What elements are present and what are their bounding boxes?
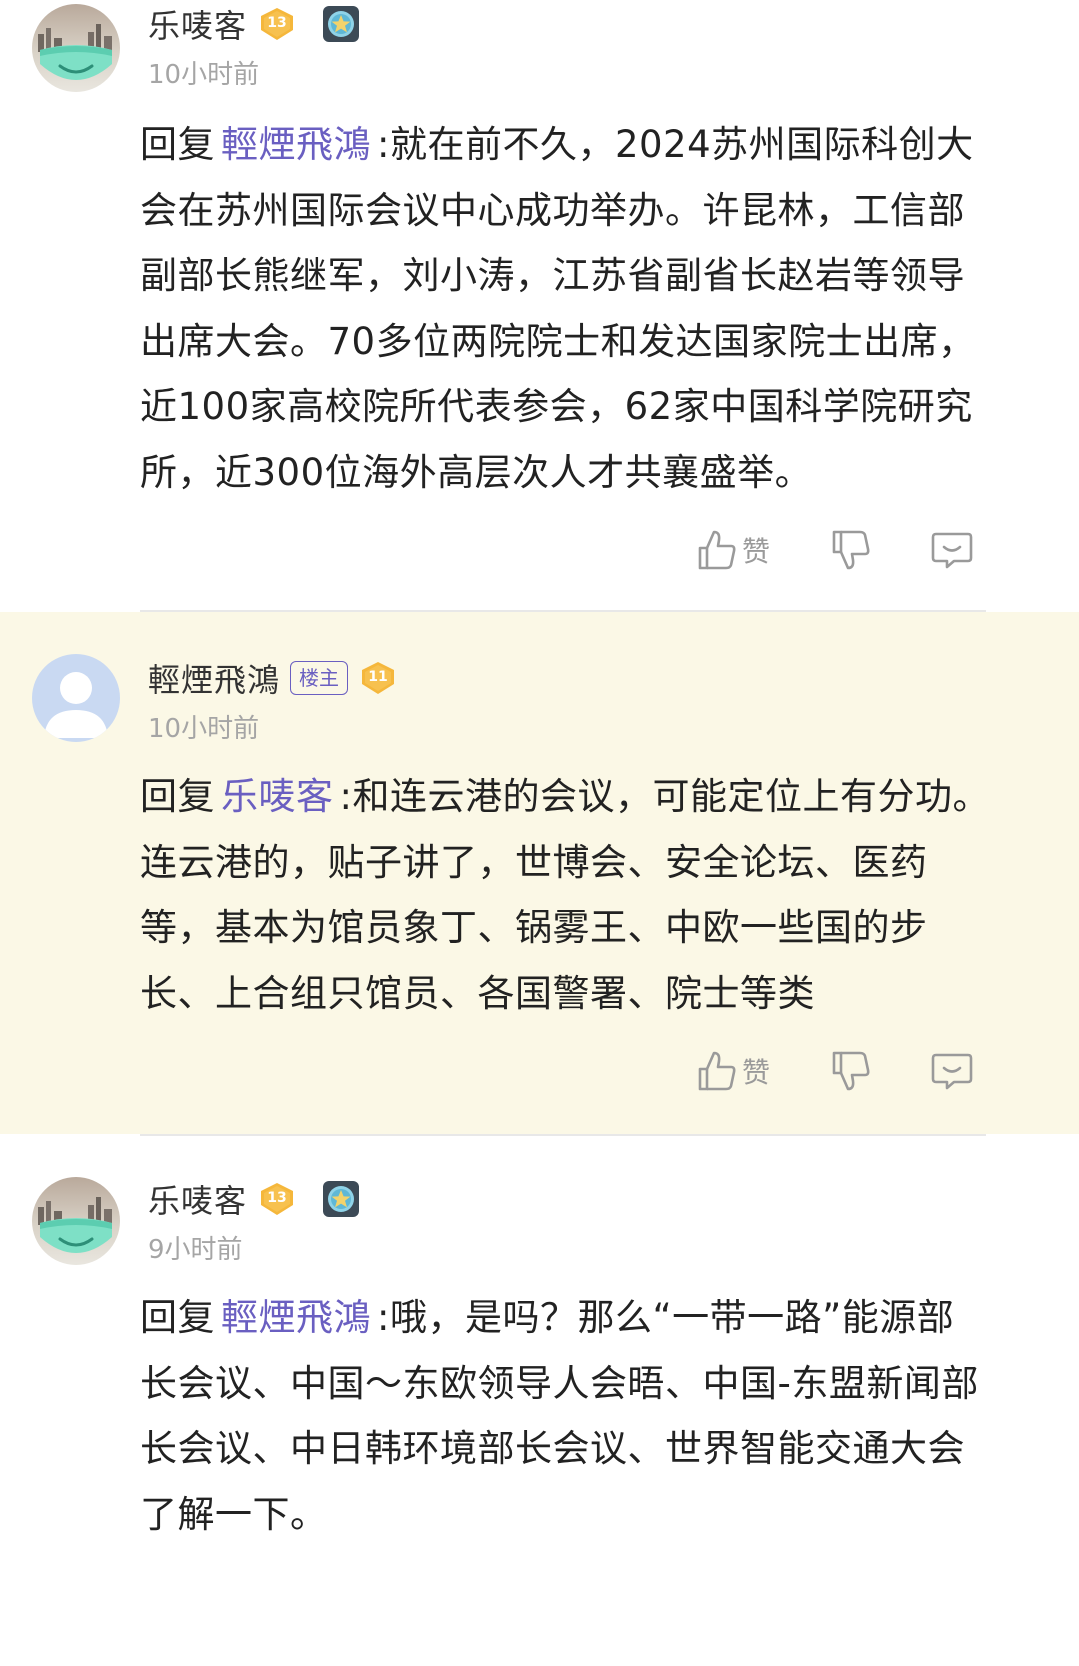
owner-tag: 楼主: [290, 661, 349, 695]
like-label: 赞: [742, 1056, 771, 1089]
level-badge-icon: 13: [257, 6, 297, 42]
comment-text: :就在前不久，2024苏州国际科创大会在苏州国际会议中心成功举办。许昆林，工信部…: [140, 123, 976, 494]
avatar[interactable]: [32, 4, 120, 92]
reply-target-link[interactable]: 輕煙飛鴻: [221, 123, 371, 166]
level-number: 11: [368, 669, 388, 685]
post-time: 10小时前: [148, 714, 260, 744]
reply-prefix: 回复: [140, 123, 215, 166]
post-time: 9小时前: [148, 1235, 243, 1265]
reply-bubble-icon: [931, 532, 973, 569]
reply-target-link[interactable]: 乐唛客: [221, 775, 334, 818]
username[interactable]: 乐唛客: [148, 1176, 247, 1222]
avatar[interactable]: [32, 654, 120, 742]
avatar[interactable]: [32, 1177, 120, 1265]
thumbs-up-icon: [698, 1051, 736, 1091]
post-time: 10小时前: [148, 60, 260, 90]
medal-icon: [321, 1179, 361, 1219]
comment-actions: 赞: [0, 522, 1079, 578]
reply-target-link[interactable]: 輕煙飛鴻: [221, 1296, 371, 1339]
thumbs-down-icon: [832, 530, 870, 570]
dislike-button[interactable]: [830, 1043, 872, 1099]
comment-actions: 赞: [0, 1043, 1079, 1099]
medal-icon: [321, 4, 361, 44]
comment-item: 乐唛客 13 9小时前 回复 輕煙飛鴻:哦，是吗？那么“一带一路”能源部长会议、中…: [0, 1135, 1079, 1666]
comment-thread: 乐唛客 13 10小时前 回复 輕煙飛鴻:就在前不久，2024苏州国际科创大会在苏…: [0, 0, 1079, 1666]
level-badge-icon: 13: [257, 1181, 297, 1217]
dislike-button[interactable]: [830, 522, 872, 578]
name-row: 乐唛客 13: [148, 2, 361, 46]
username[interactable]: 乐唛客: [148, 1, 247, 47]
reply-bubble-icon: [931, 1053, 973, 1090]
level-number: 13: [267, 1190, 287, 1206]
comment-item: 乐唛客 13 10小时前 回复 輕煙飛鴻:就在前不久，2024苏州国际科创大会在苏…: [0, 0, 1079, 612]
comment-body: 回复 輕煙飛鴻:就在前不久，2024苏州国际科创大会在苏州国际会议中心成功举办。许…: [140, 112, 990, 505]
reply-button[interactable]: [930, 1043, 974, 1099]
reply-prefix: 回复: [140, 775, 215, 818]
level-badge-icon: 11: [358, 660, 398, 696]
thumbs-down-icon: [832, 1051, 870, 1091]
name-row: 輕煙飛鴻 楼主 11: [148, 656, 398, 700]
like-button[interactable]: 赞: [696, 522, 770, 578]
reply-prefix: 回复: [140, 1296, 215, 1339]
like-label: 赞: [742, 535, 771, 568]
comment-body: 回复 輕煙飛鴻:哦，是吗？那么“一带一路”能源部长会议、中国～东欧领导人会晤、中国…: [140, 1285, 990, 1547]
comment-item: 輕煙飛鴻 楼主 11 10小时前 回复 乐唛客:和连云港的会议，可能定位上有分功。…: [0, 612, 1079, 1134]
username[interactable]: 輕煙飛鴻: [148, 655, 280, 701]
reply-button[interactable]: [930, 522, 974, 578]
name-row: 乐唛客 13: [148, 1177, 361, 1221]
like-button[interactable]: 赞: [696, 1043, 770, 1099]
level-number: 13: [267, 15, 287, 31]
comment-body: 回复 乐唛客:和连云港的会议，可能定位上有分功。连云港的，贴子讲了，世博会、安全论…: [140, 764, 990, 1026]
thumbs-up-icon: [698, 530, 736, 570]
